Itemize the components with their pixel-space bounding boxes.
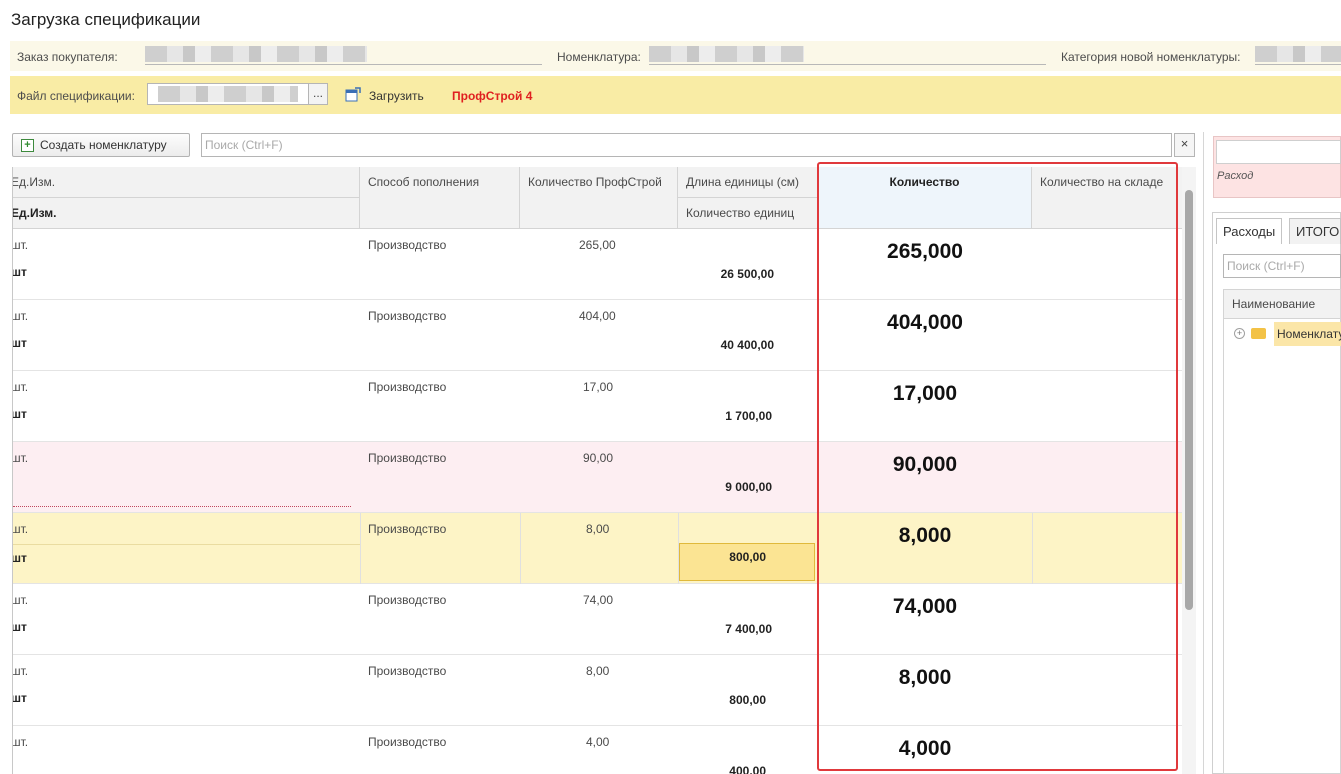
- file-browse-button[interactable]: ...: [308, 83, 328, 105]
- cell-unit2: шт: [12, 407, 27, 421]
- order-field[interactable]: [145, 45, 542, 65]
- cell-unit: шт.: [12, 522, 29, 536]
- col-qty-profstroy-header[interactable]: Количество ПрофСтрой: [520, 167, 678, 229]
- tab-total[interactable]: ИТОГО: [1289, 218, 1341, 244]
- profile-label: ПрофСтрой 4: [452, 89, 533, 103]
- cell-unit2: шт: [12, 551, 27, 565]
- category-value-redacted: [1255, 46, 1341, 62]
- cell-unit: шт.: [12, 238, 29, 252]
- category-label: Категория новой номенклатуры:: [1061, 50, 1241, 64]
- cell-unit-count: 9 000,00: [725, 480, 772, 494]
- category-field[interactable]: [1255, 45, 1341, 65]
- table-scrollbar-thumb[interactable]: [1185, 190, 1193, 610]
- nomenclature-label: Номенклатура:: [557, 50, 641, 64]
- col-unit2-header[interactable]: Ед.Изм.: [13, 198, 360, 229]
- create-nomenclature-button[interactable]: + Создать номенклатуру: [12, 133, 190, 157]
- col-unit-length-header[interactable]: Длина единицы (см): [678, 167, 818, 198]
- file-path-redacted: [158, 86, 298, 102]
- search-clear-button[interactable]: ×: [1174, 133, 1195, 157]
- cell-method: Производство: [368, 380, 447, 394]
- cell-unit-count: 26 500,00: [720, 267, 774, 281]
- order-value-redacted: [145, 46, 367, 62]
- folder-icon: [1251, 328, 1266, 339]
- cell-method: Производство: [368, 238, 447, 252]
- panel-splitter[interactable]: [1203, 132, 1204, 774]
- create-nomenclature-label: Создать номенклатуру: [40, 138, 167, 152]
- error-underline: [13, 506, 351, 507]
- cell-qty-profstroy: 17,00: [583, 380, 614, 394]
- cell-unit: шт.: [12, 735, 29, 749]
- cell-unit2: шт: [12, 691, 27, 705]
- cell-unit-count: 400,00: [729, 764, 766, 774]
- cell-qty-profstroy: 90,00: [583, 451, 614, 465]
- cell-qty-profstroy: 4,00: [586, 735, 610, 749]
- expense-label: Расход: [1217, 170, 1254, 182]
- cell-method: Производство: [368, 309, 447, 323]
- load-button[interactable]: Загрузить: [369, 89, 424, 103]
- expand-icon[interactable]: +: [1234, 328, 1245, 339]
- cell-unit: шт.: [12, 380, 29, 394]
- cell-unit: шт.: [12, 593, 29, 607]
- cell-unit: шт.: [12, 451, 29, 465]
- cell-qty-profstroy: 404,00: [579, 309, 616, 323]
- cell-unit: шт.: [12, 309, 29, 323]
- cell-unit-count: 7 400,00: [725, 622, 772, 636]
- cell-method: Производство: [368, 664, 447, 678]
- file-path-input[interactable]: [147, 83, 327, 105]
- active-cell[interactable]: 800,00: [679, 543, 815, 581]
- cell-method: Производство: [368, 735, 447, 749]
- cell-method: Производство: [368, 593, 447, 607]
- right-search-input[interactable]: Поиск (Ctrl+F): [1223, 254, 1341, 278]
- cell-unit-count: 1 700,00: [725, 409, 772, 423]
- highlight-frame: [817, 162, 1178, 771]
- load-file-icon[interactable]: [345, 87, 361, 106]
- cell-unit2: шт: [12, 265, 27, 279]
- right-col-name-header[interactable]: Наименование: [1223, 289, 1341, 319]
- search-input[interactable]: Поиск (Ctrl+F): [201, 133, 1172, 157]
- col-unit-count-header[interactable]: Количество единиц: [678, 198, 818, 229]
- cell-unit: шт.: [12, 664, 29, 678]
- order-label: Заказ покупателя:: [17, 50, 118, 64]
- cell-unit2: шт: [12, 336, 27, 350]
- col-method-header[interactable]: Способ пополнения: [360, 167, 520, 229]
- cell-qty-profstroy: 8,00: [586, 522, 610, 536]
- cell-unit-count: 800,00: [729, 550, 766, 564]
- cell-qty-profstroy: 74,00: [583, 593, 614, 607]
- cell-method: Производство: [368, 451, 447, 465]
- right-tree: [1223, 319, 1341, 774]
- col-unit-header[interactable]: Ед.Изм.: [13, 167, 360, 198]
- cell-qty-profstroy: 8,00: [586, 664, 610, 678]
- cell-unit2: шт: [12, 620, 27, 634]
- plus-icon: +: [21, 138, 34, 152]
- cell-qty-profstroy: 265,00: [579, 238, 616, 252]
- cell-unit-count: 40 400,00: [720, 338, 774, 352]
- tree-item-nomenclature[interactable]: Номенклатура: [1274, 322, 1341, 346]
- expense-input[interactable]: [1216, 140, 1341, 164]
- cell-method: Производство: [368, 522, 447, 536]
- tab-expenses[interactable]: Расходы: [1216, 218, 1283, 244]
- file-label: Файл спецификации:: [17, 89, 135, 103]
- nomenclature-value-redacted: [649, 46, 804, 62]
- cell-unit-count: 800,00: [729, 693, 766, 707]
- nomenclature-field[interactable]: [649, 45, 1046, 65]
- window-title: Загрузка спецификации: [11, 10, 201, 29]
